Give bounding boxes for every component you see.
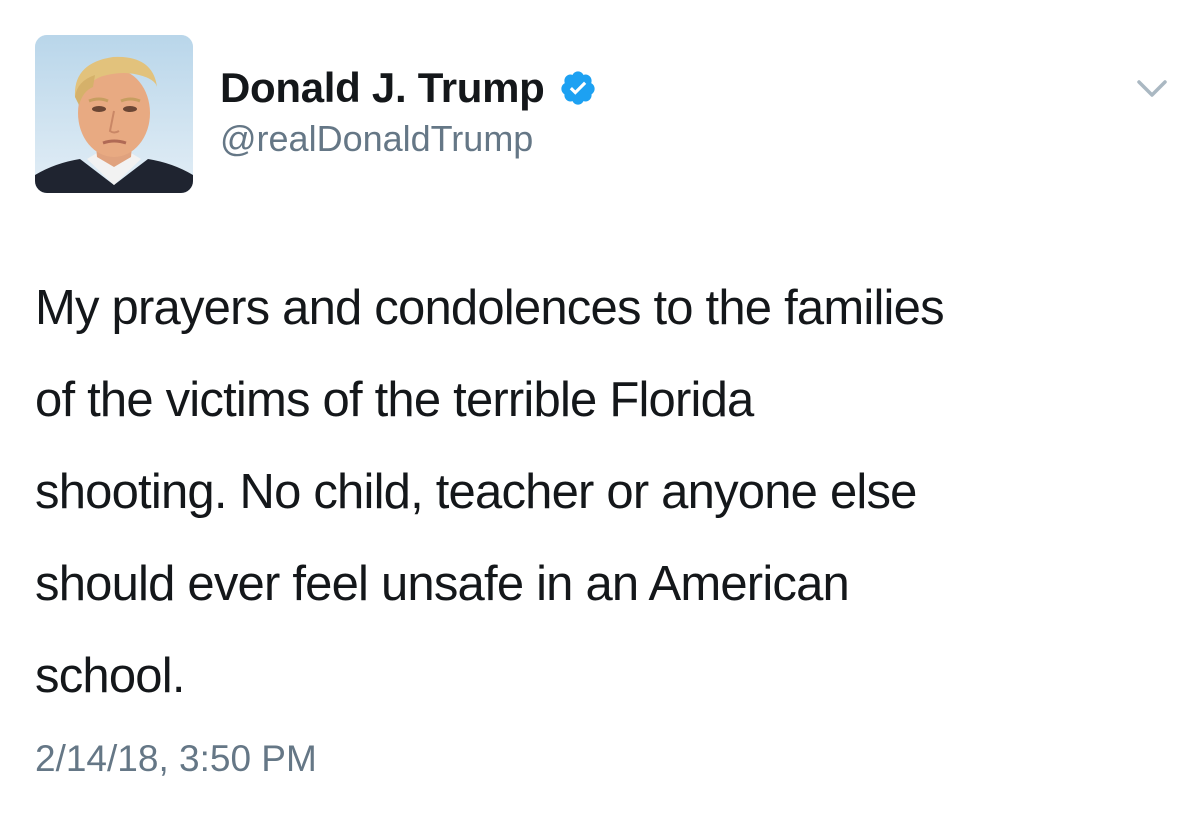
tweet-timestamp[interactable]: 2/14/18, 3:50 PM [35, 738, 317, 780]
avatar[interactable] [35, 35, 193, 193]
tweet-text-line: shooting. No child, teacher or anyone el… [35, 465, 917, 519]
author-name-row: Donald J. Trump [220, 62, 597, 114]
chevron-down-icon[interactable] [1136, 78, 1168, 100]
tweet-text-line: of the victims of the terrible Florida [35, 373, 754, 427]
verified-badge-icon [559, 69, 597, 107]
author-display-name[interactable]: Donald J. Trump [220, 64, 545, 112]
tweet-text-line: should ever feel unsafe in an American [35, 557, 850, 611]
tweet-card: Donald J. Trump @realDonaldTrump My pray… [0, 0, 1200, 826]
tweet-text-line: My prayers and condolences to the famili… [35, 281, 945, 335]
tweet-text-line: school. [35, 649, 185, 703]
profile-photo-icon [35, 35, 193, 193]
author-handle[interactable]: @realDonaldTrump [220, 118, 533, 160]
tweet-text: My prayers and condolences to the famili… [35, 262, 1175, 722]
